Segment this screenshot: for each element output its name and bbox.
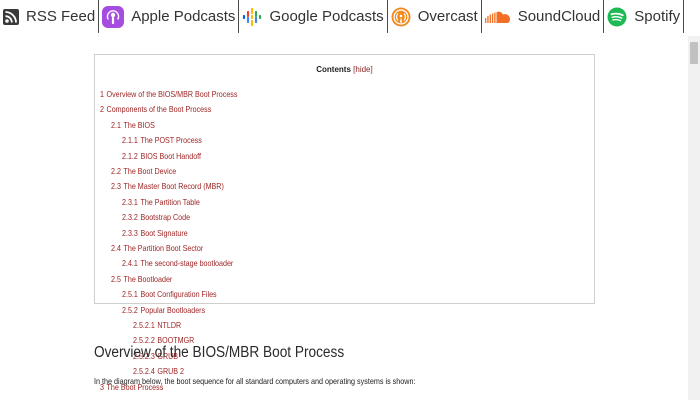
spotify-icon: [607, 7, 627, 26]
apple-podcasts-link[interactable]: Apple Podcasts: [99, 0, 238, 33]
toc-item-number: 2.5.2.4: [133, 366, 155, 377]
apple-podcasts-icon: [102, 5, 125, 28]
vertical-scrollbar[interactable]: [688, 36, 700, 400]
toc-item-text: The Partition Table: [140, 196, 200, 207]
toc-hide-toggle[interactable]: [hide]: [353, 65, 373, 74]
toc-item-number: 2.5.2: [122, 304, 138, 315]
toc-item-text: Boot Configuration Files: [140, 289, 217, 300]
toc-item-number: 1: [100, 89, 104, 99]
rss-feed-link[interactable]: RSS Feed: [0, 0, 98, 33]
toc-item-number: 2.4.1: [122, 258, 138, 269]
toc-item[interactable]: 2.5.2.4 GRUB 2: [133, 366, 184, 376]
toc-item[interactable]: 2.4.1 The second-stage bootloader: [122, 258, 233, 268]
toc-item[interactable]: 2.5.2 Popular Bootloaders: [122, 305, 205, 315]
soundcloud-icon: [484, 11, 510, 23]
toc-item[interactable]: 2.3.2 Bootstrap Code: [122, 212, 190, 222]
google-podcasts-label: Google Podcasts: [269, 8, 384, 25]
toc-title: Contents [hide]: [95, 65, 594, 74]
rss-icon: [3, 8, 19, 25]
toc-item-text: The second-stage bootloader: [140, 258, 234, 269]
google-podcasts-icon: [243, 7, 262, 26]
toc-item-text: The BIOS: [123, 119, 155, 130]
toc-item[interactable]: 2 Components of the Boot Process: [100, 104, 211, 114]
toc-item[interactable]: 2.1 The BIOS: [111, 120, 155, 130]
toc-item-text: Overview of the BIOS/MBR Boot Process: [106, 89, 238, 99]
toc-item-number: 2.4: [111, 243, 121, 253]
toc-item[interactable]: 2.1.2 BIOS Boot Handoff: [122, 151, 201, 161]
toc-item-number: 2.2: [111, 166, 121, 176]
divider: [683, 0, 685, 33]
toc-item-number: 2.5: [111, 273, 121, 284]
toc-item[interactable]: 2.3.1 The Partition Table: [122, 197, 200, 207]
toc-item[interactable]: 2.5.2.1 NTLDR: [133, 320, 181, 330]
toc-item-number: 2.3: [111, 181, 121, 192]
toc-item[interactable]: 2.4 The Partition Boot Sector: [111, 243, 203, 253]
toc-item[interactable]: 2.3 The Master Boot Record (MBR): [111, 181, 224, 191]
section-heading: Overview of the BIOS/MBR Boot Process: [94, 344, 345, 361]
overcast-label: Overcast: [417, 8, 478, 25]
toc-item[interactable]: 2.2 The Boot Device: [111, 166, 176, 176]
intro-paragraph: In the diagram below, the boot sequence …: [94, 376, 416, 386]
google-podcasts-link[interactable]: Google Podcasts: [239, 0, 386, 33]
toc-item-text: NTLDR: [157, 320, 182, 330]
toc-item-number: 2.1: [111, 119, 121, 130]
toc-item-text: The Bootloader: [123, 273, 173, 284]
spotify-label: Spotify: [634, 8, 681, 25]
rss-feed-label: RSS Feed: [26, 8, 96, 25]
overcast-icon: [391, 7, 411, 26]
toc-item[interactable]: 2.5 The Bootloader: [111, 274, 172, 284]
toc-title-text: Contents: [316, 65, 351, 74]
toc-item-text: GRUB 2: [157, 366, 184, 377]
soundcloud-link[interactable]: SoundCloud: [482, 0, 604, 33]
toc-item-text: Popular Bootloaders: [140, 304, 206, 315]
toc-item-number: 2.3.3: [122, 227, 138, 238]
toc-item-number: 2.1.2: [122, 150, 138, 161]
soundcloud-label: SoundCloud: [517, 8, 601, 25]
toc-item-text: Bootstrap Code: [140, 212, 191, 223]
scrollbar-thumb[interactable]: [690, 42, 698, 64]
toc-item-number: 2.3.2: [122, 212, 138, 223]
toc-item-number: 2.1.1: [122, 135, 138, 146]
toc-item[interactable]: 1 Overview of the BIOS/MBR Boot Process: [100, 89, 237, 99]
toc-item-number: 2.5.1: [122, 289, 138, 300]
overcast-link[interactable]: Overcast: [388, 0, 481, 33]
toc-item-text: The Master Boot Record (MBR): [123, 181, 224, 192]
toc-item-number: 2: [100, 104, 104, 115]
spotify-link[interactable]: Spotify: [604, 0, 683, 33]
toc-item-text: Components of the Boot Process: [106, 104, 212, 115]
toc-item-text: BIOS Boot Handoff: [140, 150, 202, 161]
toc-item[interactable]: 2.5.1 Boot Configuration Files: [122, 289, 217, 299]
toc-item-text: The POST Process: [140, 135, 202, 146]
toc-item[interactable]: 2.3.3 Boot Signature: [122, 228, 188, 238]
toc-item-text: The Boot Device: [123, 166, 177, 176]
toc-item-number: 2.3.1: [122, 196, 138, 207]
toc-item-text: The Partition Boot Sector: [123, 243, 204, 253]
podcast-subscribe-bar: RSS Feed Apple Podcasts Google Podcasts: [0, 0, 700, 33]
apple-podcasts-label: Apple Podcasts: [131, 8, 236, 25]
toc-item[interactable]: 2.1.1 The POST Process: [122, 135, 202, 145]
toc-item-number: 2.5.2.1: [133, 320, 155, 330]
toc-item-text: Boot Signature: [140, 227, 188, 238]
